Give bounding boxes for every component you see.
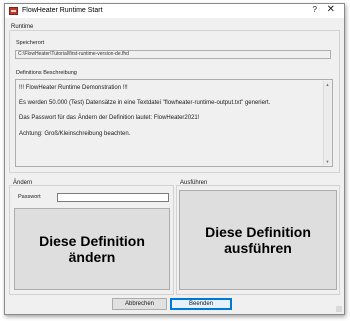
description-line: Achtung: Groß/Kleinschreibung beachten.	[19, 131, 131, 137]
title-bar[interactable]: FlowHeater Runtime Start ? ✕	[5, 4, 344, 18]
definition-description-box[interactable]: !!! FlowHeater Runtime Demonstration !!!…	[15, 79, 333, 167]
quit-button[interactable]: Beenden	[170, 298, 232, 310]
flowheater-app-icon	[9, 7, 18, 15]
execute-definition-button[interactable]: Diese Definition ausführen	[179, 190, 337, 290]
description-line: Das Passwort für das Ändern der Definiti…	[19, 115, 200, 121]
help-button[interactable]: ?	[313, 5, 317, 14]
description-scrollbar[interactable]: ▲ ▼	[323, 81, 331, 165]
resize-grip-icon[interactable]	[336, 306, 342, 312]
storage-path-field[interactable]: C:\FlowHeater\Tutorial\first-runtime-ver…	[15, 50, 331, 59]
execute-button-line1: Diese Definition	[205, 224, 311, 240]
scroll-down-arrow-icon[interactable]: ▼	[325, 159, 330, 164]
execute-button-line2: ausführen	[224, 240, 292, 256]
dialog-window: FlowHeater Runtime Start ? ✕ Runtime Spe…	[4, 3, 345, 315]
description-line: Es werden 50.000 (Test) Datensätze in ei…	[19, 100, 271, 106]
definition-description-label: Definitions Beschreibung	[16, 70, 77, 76]
window-title: FlowHeater Runtime Start	[22, 7, 103, 14]
password-label: Passwort	[18, 194, 41, 200]
storage-location-label: Speicherort	[16, 40, 45, 46]
password-input[interactable]	[57, 193, 169, 202]
description-line: !!! FlowHeater Runtime Demonstration !!!	[19, 85, 128, 91]
close-button[interactable]: ✕	[327, 4, 335, 15]
change-definition-button[interactable]: Diese Definition ändern	[14, 208, 170, 290]
change-button-line2: ändern	[68, 249, 116, 265]
cancel-button[interactable]: Abbrechen	[112, 298, 167, 310]
change-button-line1: Diese Definition	[39, 233, 145, 249]
scroll-up-arrow-icon[interactable]: ▲	[325, 82, 330, 87]
